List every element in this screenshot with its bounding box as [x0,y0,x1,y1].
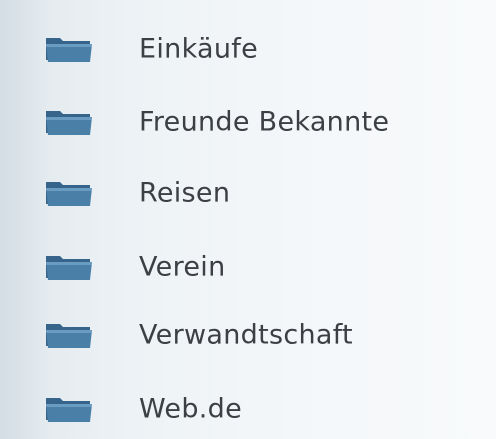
folder-item-verein[interactable]: Verein [0,232,496,302]
folder-item-reisen[interactable]: Reisen [0,158,496,228]
folder-label: Verein [139,251,226,283]
folder-icon [46,398,92,422]
folder-label: Reisen [139,177,231,209]
folder-list: Einkäufe Freunde Bekannte Reisen Verein [0,0,496,439]
folder-label: Verwandtschaft [139,319,353,351]
folder-item-web-de[interactable]: Web.de [0,374,496,439]
folder-icon [46,111,92,135]
folder-label: Web.de [139,393,242,425]
folder-label: Einkäufe [139,33,259,65]
folder-item-freunde-bekannte[interactable]: Freunde Bekannte [0,87,496,157]
folder-item-einkaeufe[interactable]: Einkäufe [0,14,496,84]
folder-icon [46,38,92,62]
folder-icon [46,182,92,206]
folder-icon [46,324,92,348]
folder-icon [46,256,92,280]
folder-label: Freunde Bekannte [139,106,390,138]
folder-item-verwandtschaft[interactable]: Verwandtschaft [0,300,496,370]
